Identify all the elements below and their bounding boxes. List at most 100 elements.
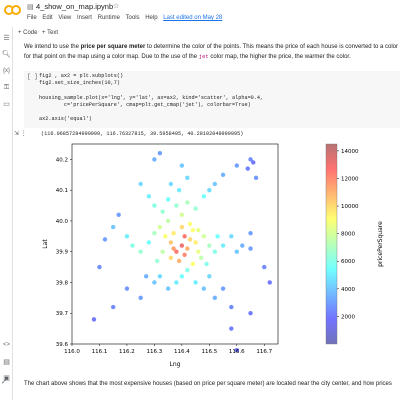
markdown-bottom-text: The chart above shows that the most expe… [24,381,392,387]
scatter-point [179,224,185,230]
menu-runtime[interactable]: Runtime [98,15,120,21]
scatter-point [190,227,196,233]
scatter-point [220,172,226,177]
scatter-point [138,181,143,187]
scatter-point [220,286,226,291]
x-tick-label: 116.6 [229,349,245,355]
scatter-point [102,237,108,242]
scatter-point [201,234,207,239]
x-tick-label: 116.5 [201,349,217,355]
colorbar-tick-label: 8000 [341,232,355,238]
colab-logo-icon[interactable] [4,5,22,17]
menu-edit[interactable]: Edit [42,15,52,21]
menu-insert[interactable]: Insert [77,15,92,21]
scatter-point [157,224,163,230]
files-folder-icon[interactable]: ▭ [2,100,11,108]
colorbar-tick-label: 10000 [341,204,359,210]
x-tick-label: 116.7 [256,349,272,355]
scatter-point [163,234,168,239]
scatter-point [168,255,174,261]
y-tick-label: 40.1 [56,188,68,194]
scatter-point [248,311,253,316]
add-code-button[interactable]: + Code [18,30,38,36]
scatter-point [204,261,209,267]
menu-view[interactable]: View [58,15,71,21]
colorbar-tick-label: 12000 [341,176,359,182]
scatter-point [179,163,185,168]
scatter-point [130,243,135,248]
scatter-point [111,224,116,230]
menu-help[interactable]: Help [145,15,157,21]
scatter-point [160,249,165,254]
scatter-point [143,274,149,279]
scatter-point [198,255,204,261]
scatter-point [146,240,152,245]
scatter-point [174,203,179,208]
code-editor[interactable]: fig2 , ax2 = plt.subplots() fig2.set_siz… [39,73,263,123]
add-text-button[interactable]: + Text [42,30,58,36]
code-line: fig2 , ax2 = plt.subplots() [39,73,124,79]
scatter-point [212,249,218,254]
scatter-point [207,187,212,193]
menu-file[interactable]: File [27,15,37,21]
code-line: housing_sample.plot(x='lng', y='lat', ax… [39,94,264,101]
y-tick-label: 40.0 [56,219,69,225]
star-icon[interactable]: ☆ [113,2,119,10]
scatter-point [212,181,218,187]
last-edited-link[interactable]: Last edited on May 28 [163,15,222,21]
run-cell-button[interactable]: [ ] [27,73,38,80]
variables-icon[interactable]: {x} [2,68,11,74]
scatter-point [176,187,182,193]
scatter-point [111,304,116,310]
colorbar-ticks: 2000 4000 6000 8000 10000 12000 14000 [337,149,359,320]
scatter-point [97,264,102,270]
colorbar-tick-label: 2000 [341,314,355,320]
cell-output: ⇲ ⋮ (116.06857284999999, 116.76327815, 3… [12,128,400,368]
y-tick-label: 40.2 [56,157,68,163]
command-palette-icon[interactable]: ▤ [2,358,11,366]
scatter-point [152,280,157,285]
scatter-point [245,166,250,171]
table-of-contents-icon[interactable]: ☰ [2,34,11,42]
scatter-point [185,200,190,205]
code-cell[interactable]: [ ] fig2 , ax2 = plt.subplots() fig2.set… [24,71,400,128]
code-line: fig2.set_size_inches(10,7) [39,80,120,87]
output-text: (116.06857284999999, 116.76327815, 39.59… [41,131,244,137]
scatter-point [201,286,207,291]
x-axis-label: Lng [170,361,181,368]
colorbar-tick-label: 14000 [341,149,359,155]
scatter-point [185,246,190,251]
code-snippets-icon[interactable]: <> [2,342,11,348]
scatter-point [207,274,212,279]
status-check-icon: ✓ [1,379,7,386]
scatter-point [160,209,165,214]
scatter-point [154,258,160,264]
scatter-point [234,249,239,254]
secrets-key-icon[interactable]: ⚿ [2,84,11,92]
menu-bar: File Edit View Insert Runtime Tools Help… [27,15,226,21]
scatter-point [165,286,171,291]
y-axis-ticks: 39.6 39.7 39.8 39.9 40.0 40.1 40.2 [56,157,72,348]
menu-tools[interactable]: Tools [126,15,140,21]
scatter-point [234,163,239,168]
search-icon[interactable]: 🔍︎ [2,50,11,58]
x-tick-label: 116.2 [119,349,135,355]
x-tick-label: 116.3 [147,349,163,355]
scatter-point [182,252,187,257]
notebook-title[interactable]: 4_show_on_map.ipynb [36,2,113,11]
scatter-point [152,231,157,236]
scatter-point [248,231,253,236]
output-actions-icon[interactable]: ⇲ ⋮ [14,130,27,137]
colorbar-tick-label: 4000 [341,287,355,293]
y-axis-label: Lat [42,239,49,249]
scatter-point [251,160,256,165]
scatter-point [138,249,143,254]
markdown-cell[interactable]: We intend to use the price per square me… [24,42,400,62]
x-tick-label: 116.4 [174,349,190,355]
cell-toolbar: + Code + Text [12,28,400,40]
drive-file-icon: ▤ [27,4,34,11]
scatter-point [124,234,130,239]
scatter-point [262,264,267,270]
scatter-point [179,274,185,279]
scatter-point [116,212,121,217]
